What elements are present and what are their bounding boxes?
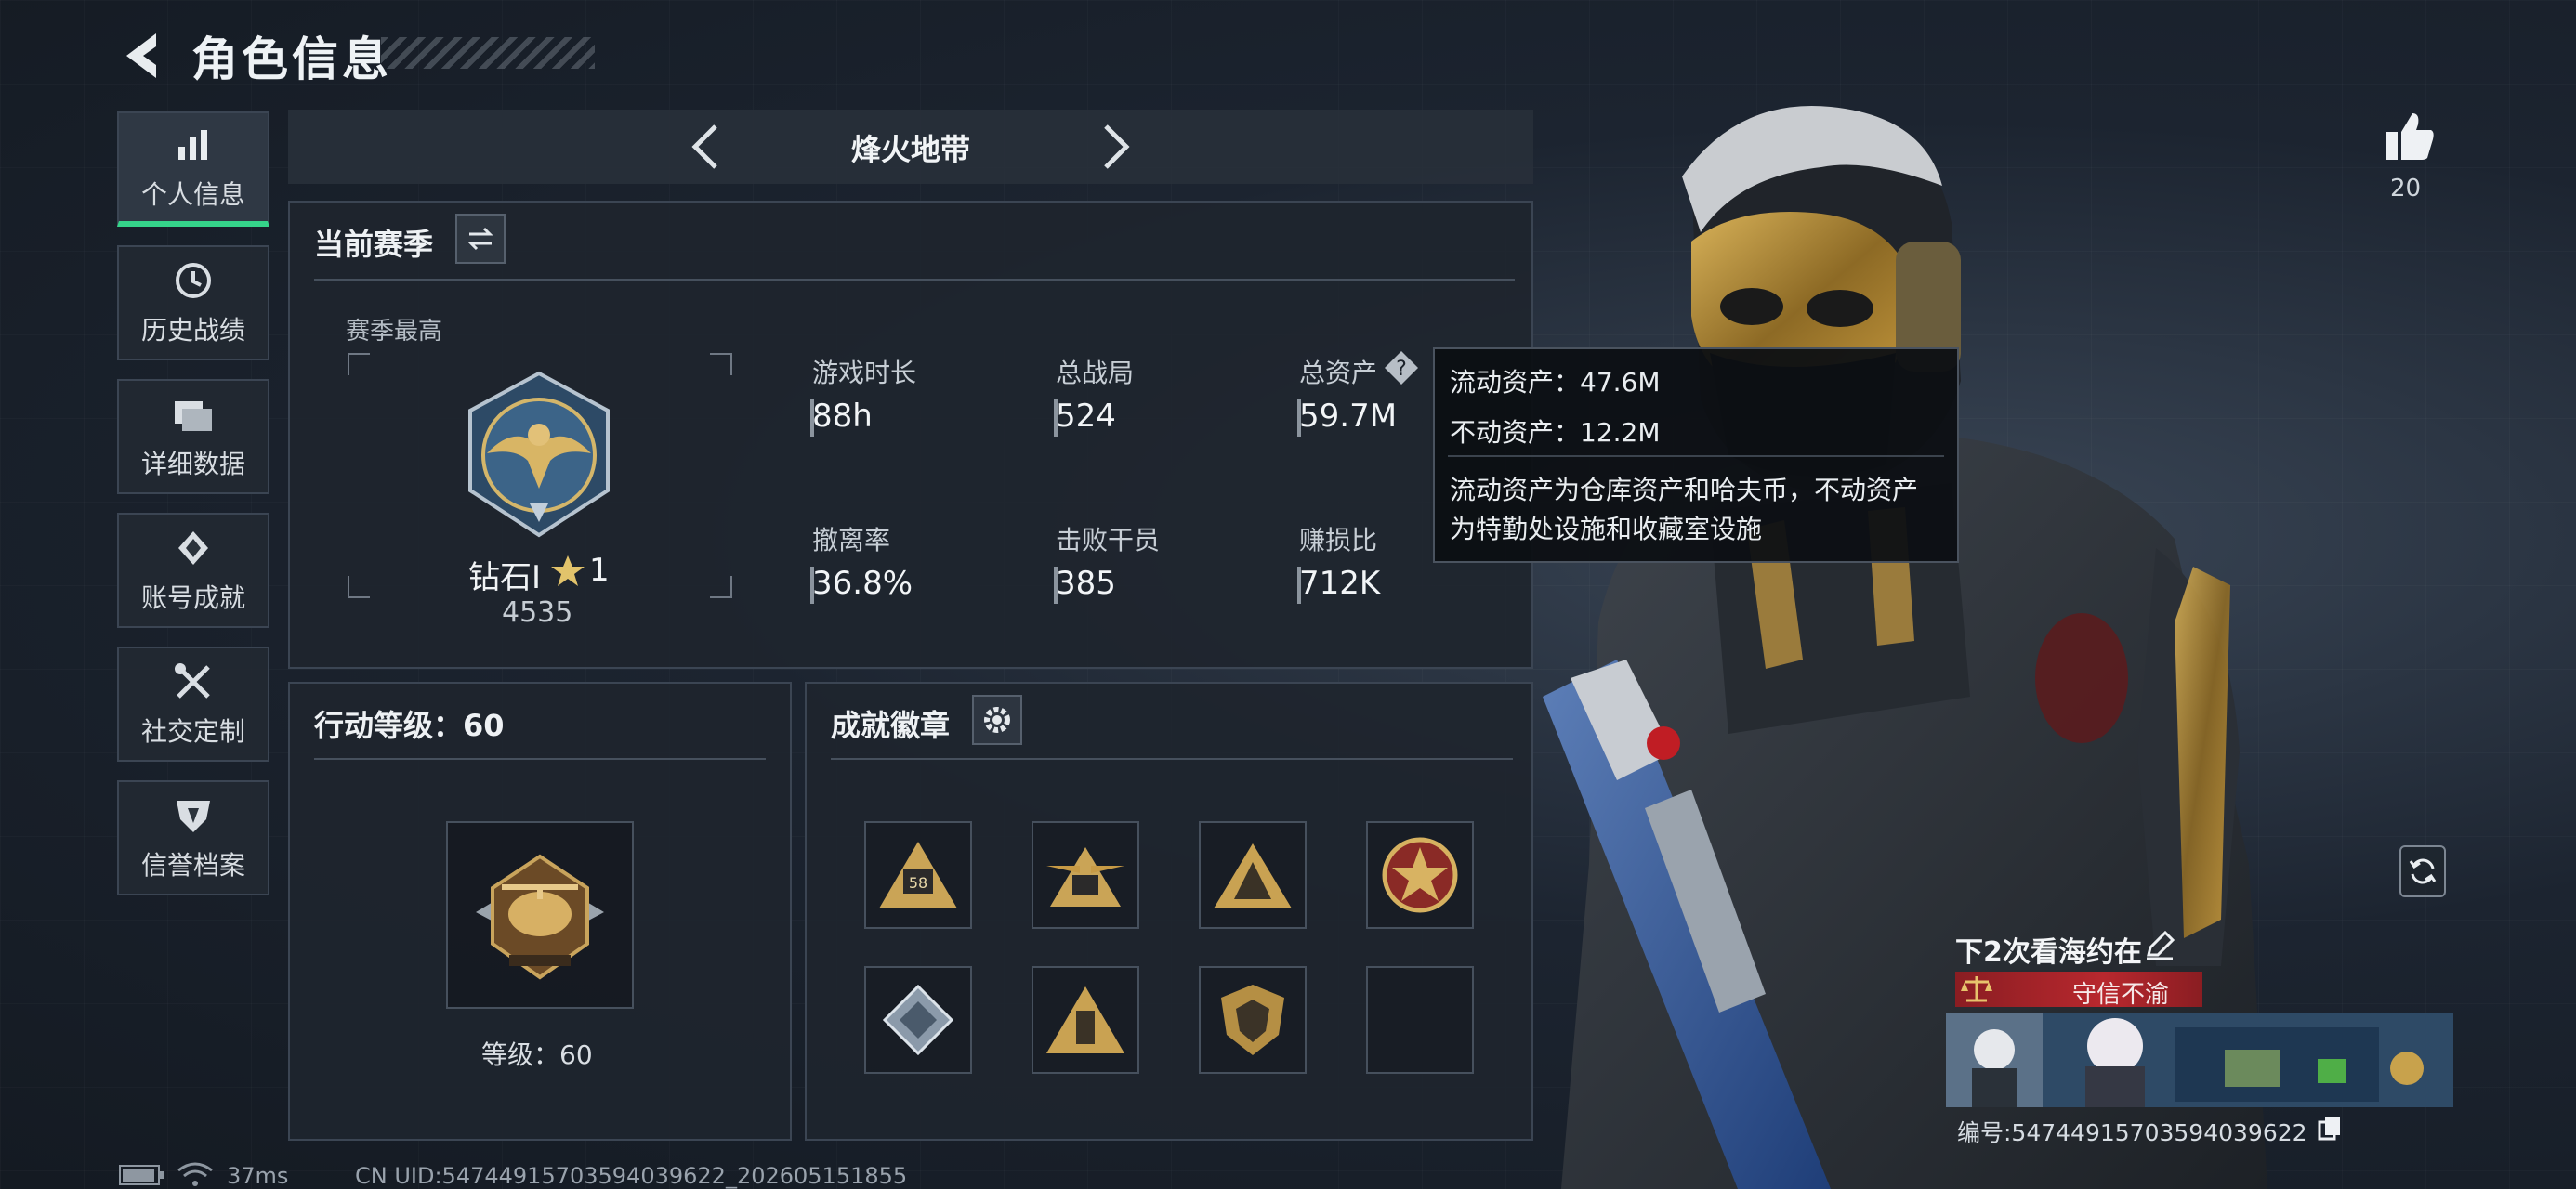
history-icon bbox=[171, 258, 216, 303]
player-card-image bbox=[1946, 1013, 2453, 1107]
nav-item-reputation[interactable]: 信誉档案 bbox=[117, 780, 269, 895]
nav-label: 个人信息 bbox=[140, 179, 245, 210]
stat-value: 88h bbox=[812, 398, 873, 435]
rank-name: 钻石I bbox=[468, 559, 542, 596]
tooltip-fixed-assets: 不动资产：12.2M bbox=[1450, 417, 1661, 448]
rank-score: 4535 bbox=[502, 596, 573, 629]
badge-slot[interactable] bbox=[864, 966, 972, 1074]
swap-button[interactable] bbox=[455, 214, 506, 264]
badge-58-winged-icon bbox=[1046, 847, 1124, 907]
season-title: 当前赛季 bbox=[314, 227, 434, 262]
status-uid: CN UID:54744915703594039622_202605151855 bbox=[355, 1163, 908, 1189]
gear-icon bbox=[984, 707, 1010, 733]
badge-58-icon: 58 bbox=[879, 842, 957, 908]
player-uid: 编号:5474491570359403962​2 bbox=[1957, 1119, 2307, 1146]
nav-label: 信誉档案 bbox=[140, 850, 245, 881]
frame-corner bbox=[710, 353, 732, 375]
nav-item-social[interactable]: 社交定制 bbox=[117, 647, 269, 762]
stat-label: 击败干员 bbox=[1056, 525, 1161, 555]
stat-value: 59.7M bbox=[1299, 398, 1398, 435]
achievement-icon bbox=[171, 526, 216, 570]
action-level-title: 行动等级：60 bbox=[314, 708, 505, 743]
badge-slot[interactable]: 58 bbox=[864, 821, 972, 929]
player-name: 下2次看海约在 bbox=[1955, 936, 2142, 969]
divider bbox=[314, 279, 1515, 281]
edit-icon[interactable] bbox=[2145, 931, 2175, 960]
swap-icon bbox=[467, 227, 493, 251]
nav-label: 历史战绩 bbox=[140, 315, 245, 346]
stat-value: 712K bbox=[1299, 565, 1381, 602]
badge-star-icon bbox=[1382, 837, 1458, 913]
badge-gem-icon bbox=[882, 984, 954, 1056]
divider bbox=[314, 758, 766, 760]
frame-corner bbox=[710, 576, 732, 598]
chevron-right-icon[interactable] bbox=[1097, 123, 1134, 171]
nav-item-detailed-data[interactable]: 详细数据 bbox=[117, 379, 269, 494]
stat-label: 撤离率 bbox=[812, 525, 891, 555]
folder-icon bbox=[171, 392, 216, 437]
nav-item-achievements[interactable]: 账号成就 bbox=[117, 513, 269, 628]
nav-item-history[interactable]: 历史战绩 bbox=[117, 245, 269, 360]
badge-slot[interactable] bbox=[1032, 966, 1139, 1074]
svg-text:58: 58 bbox=[909, 874, 927, 892]
badge-triangle-icon bbox=[1214, 843, 1292, 908]
stat-value: 524 bbox=[1056, 398, 1116, 435]
refresh-icon bbox=[2409, 858, 2437, 884]
diamond-rank-emblem bbox=[468, 371, 610, 538]
bar-chart-icon bbox=[171, 123, 216, 167]
rank-stars: 1 bbox=[589, 552, 610, 589]
frame-corner bbox=[348, 353, 370, 375]
stat-label: 赚损比 bbox=[1299, 525, 1378, 555]
rotate-button[interactable] bbox=[2399, 845, 2446, 897]
stat-label: 总资产 bbox=[1299, 358, 1378, 388]
stat-value: 36.8% bbox=[812, 565, 913, 602]
badges-title: 成就徽章 bbox=[831, 708, 951, 743]
level-emblem-frame bbox=[446, 821, 634, 1009]
battery-icon bbox=[119, 1165, 164, 1185]
badge-slot[interactable] bbox=[1032, 821, 1139, 929]
thumbs-up-icon[interactable] bbox=[2383, 110, 2437, 163]
stat-label: 游戏时长 bbox=[812, 358, 917, 388]
reputation-banner: 守信不渝 bbox=[1955, 972, 2202, 1009]
tooltip-desc: 流动资产为仓库资产和哈夫币，不动资产 bbox=[1450, 475, 1919, 505]
frame-corner bbox=[348, 576, 370, 598]
wifi-icon bbox=[177, 1162, 213, 1186]
tooltip-liquid-assets: 流动资产：47.6M bbox=[1450, 367, 1661, 398]
back-arrow-icon[interactable] bbox=[119, 28, 165, 84]
svg-text:?: ? bbox=[1396, 358, 1407, 381]
divider bbox=[831, 758, 1513, 760]
stat-label: 总战局 bbox=[1056, 358, 1135, 388]
nav-label: 账号成就 bbox=[140, 582, 245, 613]
star-icon bbox=[551, 555, 585, 586]
mode-selector: 烽火地带 bbox=[288, 110, 1533, 184]
badge-slot[interactable] bbox=[1199, 966, 1307, 1074]
badge-slot-empty[interactable] bbox=[1366, 966, 1474, 1074]
badge-slot[interactable] bbox=[1199, 821, 1307, 929]
scale-icon bbox=[1961, 976, 1992, 1002]
season-best-label: 赛季最高 bbox=[346, 318, 443, 346]
tools-icon bbox=[171, 660, 216, 704]
nav-label: 社交定制 bbox=[140, 716, 245, 747]
nav-label: 详细数据 bbox=[140, 449, 245, 479]
badge-settings-button[interactable] bbox=[972, 695, 1022, 745]
badge-shield-icon bbox=[1221, 985, 1284, 1055]
assets-tooltip: 流动资产：47.6M 不动资产：12.2M 流动资产为仓库资产和哈夫币，不动资产… bbox=[1433, 347, 1959, 563]
ping-value: 37ms bbox=[227, 1163, 289, 1189]
mode-label: 烽火地带 bbox=[850, 132, 970, 167]
badge-pillar-icon bbox=[1046, 986, 1124, 1053]
reputation-label: 守信不渝 bbox=[2072, 981, 2170, 1009]
tooltip-divider bbox=[1448, 455, 1944, 457]
badge-slot[interactable] bbox=[1366, 821, 1474, 929]
shield-icon bbox=[171, 793, 216, 838]
stat-value: 385 bbox=[1056, 565, 1116, 602]
like-count: 20 bbox=[2390, 175, 2422, 203]
page-title: 角色信息 bbox=[191, 33, 392, 86]
title-decoration bbox=[381, 37, 595, 69]
nav-item-personal-info[interactable]: 个人信息 bbox=[117, 111, 269, 227]
help-icon[interactable]: ? bbox=[1383, 349, 1420, 386]
tooltip-desc: 为特勤处设施和收藏室设施 bbox=[1450, 514, 1763, 544]
helicopter-emblem bbox=[476, 854, 604, 980]
level-label: 等级：60 bbox=[481, 1039, 593, 1070]
copy-icon[interactable] bbox=[2318, 1115, 2342, 1141]
